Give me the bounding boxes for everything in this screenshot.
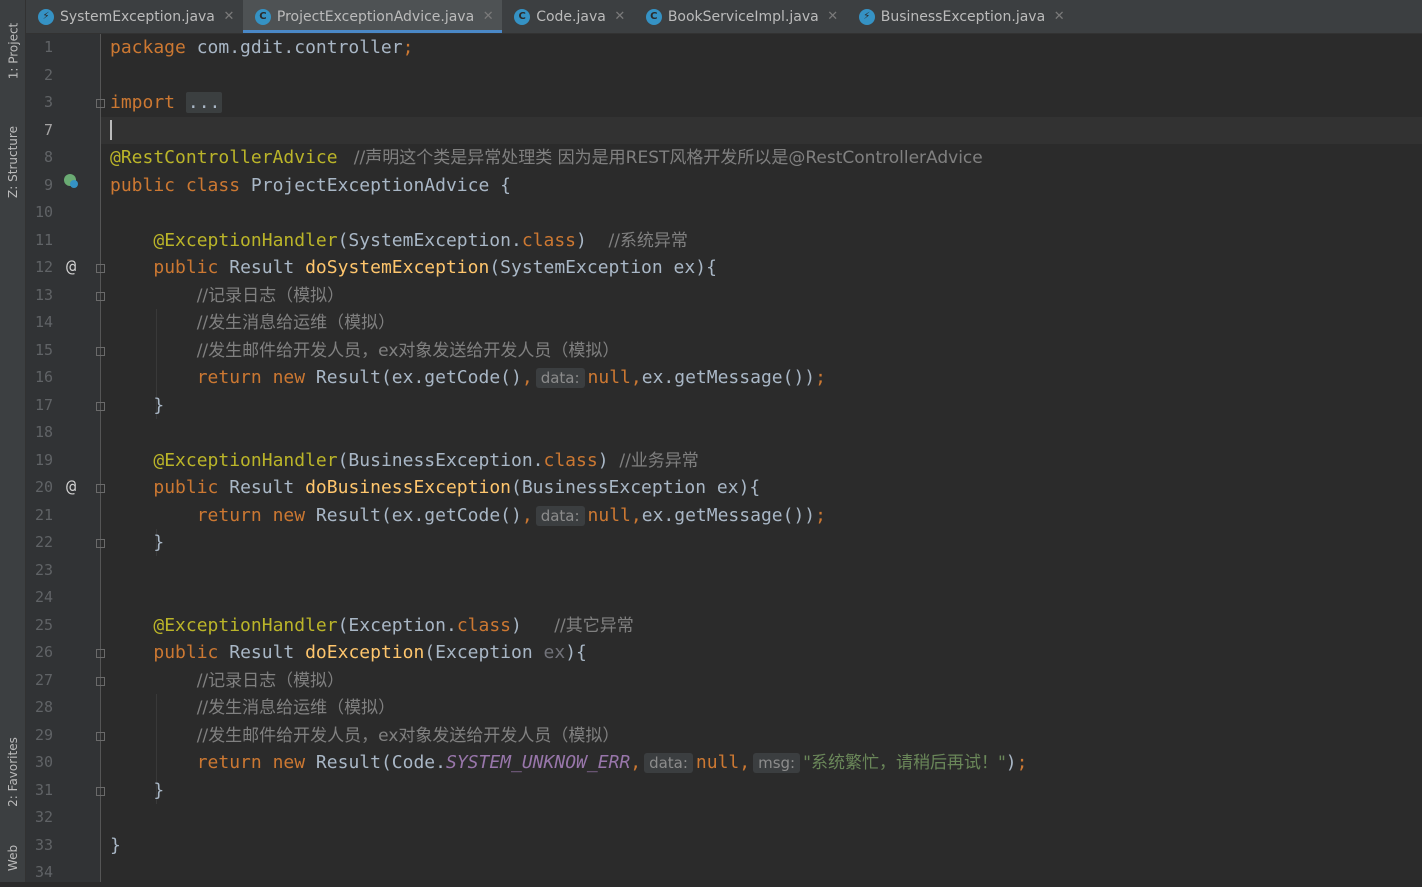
request-mapping-icon[interactable]: @ xyxy=(66,254,76,282)
project-tool-label: 1: Project xyxy=(6,22,20,80)
tab-label: BookServiceImpl.java xyxy=(667,8,819,25)
code-line: //发生邮件给开发人员，ex对象发送给开发人员（模拟） xyxy=(196,340,620,361)
tab-code[interactable]: C Code.java ✕ xyxy=(502,0,634,33)
parameter-hint: msg: xyxy=(753,753,801,773)
code-line: } xyxy=(110,834,121,856)
close-icon[interactable]: ✕ xyxy=(827,9,839,24)
code-line: } xyxy=(153,394,165,416)
code-line: import ... xyxy=(110,92,223,113)
web-tool-label: Web xyxy=(6,844,21,872)
parameter-hint: data: xyxy=(644,753,693,773)
close-icon[interactable]: ✕ xyxy=(614,9,626,24)
line-number: 8 xyxy=(43,148,53,166)
line-number: 15 xyxy=(34,340,53,359)
project-tool-tab[interactable]: 1: Project xyxy=(0,6,26,96)
code-line: //发生邮件给开发人员，ex对象发送给开发人员（模拟） xyxy=(196,725,620,746)
current-line-highlight xyxy=(101,116,1422,144)
structure-tool-label: Z: Structure xyxy=(6,126,20,198)
line-number: 13 xyxy=(34,285,53,304)
exception-class-icon: ⚡ xyxy=(858,8,875,25)
tab-system-exception[interactable]: ⚡ SystemException.java ✕ xyxy=(26,0,243,33)
code-line: public class ProjectExceptionAdvice { xyxy=(110,174,511,196)
line-number: 26 xyxy=(34,643,53,661)
line-number: 27 xyxy=(34,670,53,689)
line-number: 29 xyxy=(34,725,53,744)
line-number: 9 xyxy=(43,175,53,194)
close-icon[interactable]: ✕ xyxy=(1053,9,1065,24)
close-icon[interactable]: ✕ xyxy=(482,9,494,24)
line-number: 10 xyxy=(34,203,53,221)
favorites-tool-tab[interactable]: 2: Favorites xyxy=(0,722,26,822)
line-number: 33 xyxy=(34,835,53,854)
line-number: 11 xyxy=(34,230,53,249)
tab-label: SystemException.java xyxy=(60,8,215,25)
code-line: return new Result(Code.SYSTEM_UNKNOW_ERR… xyxy=(196,752,1028,773)
line-number: 20 xyxy=(34,478,53,496)
line-number: 7 xyxy=(43,120,53,139)
line-number: 2 xyxy=(43,65,53,84)
code-line: } xyxy=(153,779,165,801)
tab-label: Code.java xyxy=(536,8,606,25)
line-number: 28 xyxy=(34,698,53,716)
folded-imports[interactable]: ... xyxy=(185,92,223,113)
tool-window-strip: 1: Project Z: Structure 2: Favorites Web xyxy=(0,0,26,882)
tab-label: BusinessException.java xyxy=(880,8,1046,25)
line-number: 16 xyxy=(34,368,53,386)
code-line: } xyxy=(153,532,165,553)
line-number: 18 xyxy=(34,423,53,441)
line-number: 23 xyxy=(34,560,53,579)
code-line: public Result doBusinessException(Busine… xyxy=(153,477,761,498)
web-tool-tab[interactable]: Web xyxy=(0,838,26,878)
code-line: //记录日志（模拟） xyxy=(196,670,345,691)
line-number: 12 xyxy=(34,258,53,276)
code-line: @ExceptionHandler(SystemException.class)… xyxy=(153,229,688,251)
text-caret xyxy=(110,120,112,140)
editor-tab-bar: ⚡ SystemException.java ✕ C ProjectExcept… xyxy=(26,0,1422,34)
line-number: 21 xyxy=(34,505,53,524)
tab-business-exception[interactable]: ⚡ BusinessException.java ✕ xyxy=(847,0,1073,33)
line-number: 14 xyxy=(34,313,53,331)
editor-gutter: 1 2 3 7 8 9 10 11 12 13 14 15 16 17 18 19 20 21 22 23 24 25 26… xyxy=(26,34,105,882)
line-number: 34 xyxy=(34,863,53,881)
code-line: @RestControllerAdvice //声明这个类是异常处理类 因为是用… xyxy=(110,147,983,168)
code-line: public Result doSystemException(SystemEx… xyxy=(153,257,717,278)
request-mapping-icon[interactable]: @ xyxy=(66,474,76,502)
spring-bean-icon[interactable] xyxy=(62,172,80,200)
code-line: @ExceptionHandler(Exception.class) //其它异… xyxy=(153,614,634,636)
code-line: return new Result(ex.getCode(), data: null… xyxy=(196,504,826,526)
line-number: 24 xyxy=(34,588,53,606)
favorites-tool-label: 2: Favorites xyxy=(6,737,21,807)
line-number: 17 xyxy=(34,395,53,414)
exception-class-icon: ⚡ xyxy=(38,8,54,25)
class-icon: C xyxy=(254,8,271,25)
parameter-hint: data: xyxy=(535,505,585,526)
line-number: 22 xyxy=(34,533,53,551)
tab-project-exception-advice[interactable]: C ProjectExceptionAdvice.java ✕ xyxy=(242,0,503,33)
code-line: //发生消息给运维（模拟） xyxy=(196,698,396,718)
class-icon: C xyxy=(514,8,531,25)
tab-book-service-impl[interactable]: C BookServiceImpl.java ✕ xyxy=(634,0,847,33)
close-icon[interactable]: ✕ xyxy=(223,9,235,24)
code-line: return new Result(ex.getCode(), data: null… xyxy=(196,367,826,388)
line-number: 1 xyxy=(43,38,53,56)
structure-tool-tab[interactable]: Z: Structure xyxy=(0,112,26,212)
code-line: public Result doException(Exception ex){ xyxy=(153,642,587,663)
code-line: //发生消息给运维（模拟） xyxy=(196,313,396,333)
line-number: 30 xyxy=(34,753,53,771)
class-icon: C xyxy=(645,8,662,25)
line-number: 3 xyxy=(43,93,53,111)
code-line: package com.gdit.controller; xyxy=(110,37,414,58)
code-editor[interactable]: package com.gdit.controller; import ... … xyxy=(101,34,1422,882)
line-number: 19 xyxy=(34,450,53,469)
code-line: @ExceptionHandler(BusinessException.clas… xyxy=(153,449,699,471)
tab-label: ProjectExceptionAdvice.java xyxy=(276,8,475,25)
parameter-hint: data: xyxy=(535,368,585,388)
line-number: 25 xyxy=(34,615,53,634)
line-number: 31 xyxy=(34,780,53,799)
code-line: //记录日志（模拟） xyxy=(196,285,345,306)
line-number: 32 xyxy=(34,808,53,826)
